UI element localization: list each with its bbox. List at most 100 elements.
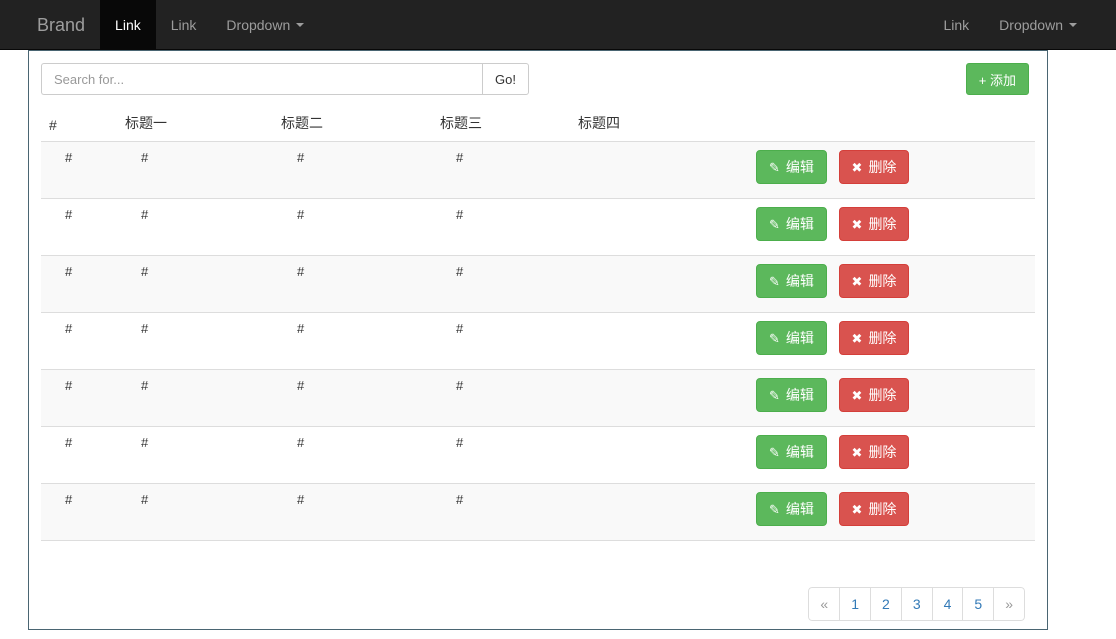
cell-index: # bbox=[41, 483, 117, 541]
panel-inner: Go! + 添加 # 标题一 标题二 标题三 标题四 bbox=[29, 51, 1047, 621]
table-row: # # # # ✎ 编辑 ✖ 删除 bbox=[41, 255, 1035, 313]
column-header-three: 标题三 bbox=[432, 107, 570, 142]
cell-two: # bbox=[273, 198, 432, 256]
pagination-page-5[interactable]: 5 bbox=[963, 587, 995, 621]
nav-item-dropdown[interactable]: Dropdown bbox=[211, 0, 319, 49]
cell-three: # bbox=[432, 198, 570, 256]
cell-index: # bbox=[41, 312, 117, 370]
table-row: # # # # ✎ 编辑 ✖ 删除 bbox=[41, 312, 1035, 370]
cell-four bbox=[570, 426, 748, 484]
delete-button[interactable]: ✖ 删除 bbox=[838, 207, 910, 241]
edit-button[interactable]: ✎ 编辑 bbox=[756, 435, 827, 469]
edit-button-label: 编辑 bbox=[785, 444, 814, 460]
pagination-page-1[interactable]: 1 bbox=[840, 587, 872, 621]
nav-item-link-right[interactable]: Link bbox=[928, 0, 984, 49]
table-body: # # # # ✎ 编辑 ✖ 删除 # # # # ✎ 编辑 ✖ 删除 # # … bbox=[41, 141, 1035, 541]
content-panel: Go! + 添加 # 标题一 标题二 标题三 标题四 bbox=[28, 50, 1048, 630]
cross-icon: ✖ bbox=[851, 444, 863, 460]
cell-three: # bbox=[432, 483, 570, 541]
cell-one: # bbox=[117, 483, 273, 541]
cell-three: # bbox=[432, 141, 570, 199]
cell-four bbox=[570, 483, 748, 541]
cross-icon: ✖ bbox=[851, 501, 863, 517]
cell-actions: ✎ 编辑 ✖ 删除 bbox=[748, 426, 1035, 484]
pencil-icon: ✎ bbox=[769, 501, 780, 517]
cross-icon: ✖ bbox=[851, 159, 863, 175]
delete-button-label: 删除 bbox=[868, 273, 897, 289]
pagination-prev[interactable]: « bbox=[808, 587, 841, 621]
pagination-page-4[interactable]: 4 bbox=[932, 587, 964, 621]
cell-two: # bbox=[273, 255, 432, 313]
search-submit-button[interactable]: Go! bbox=[482, 63, 529, 95]
cell-two: # bbox=[273, 483, 432, 541]
cell-two: # bbox=[273, 369, 432, 427]
table-header-row: # 标题一 标题二 标题三 标题四 bbox=[41, 107, 1035, 142]
cell-three: # bbox=[432, 426, 570, 484]
search-group: Go! bbox=[41, 63, 529, 95]
navbar-left-group: Brand Link Link Dropdown bbox=[22, 0, 319, 49]
edit-button[interactable]: ✎ 编辑 bbox=[756, 321, 827, 355]
cell-one: # bbox=[117, 312, 273, 370]
cell-four bbox=[570, 312, 748, 370]
pagination-next[interactable]: » bbox=[994, 587, 1025, 621]
edit-button-label: 编辑 bbox=[785, 387, 814, 403]
edit-button-label: 编辑 bbox=[785, 216, 814, 232]
top-navbar: Brand Link Link Dropdown Link Dropdown bbox=[0, 0, 1116, 50]
pagination-page-2[interactable]: 2 bbox=[871, 587, 902, 621]
cell-one: # bbox=[117, 141, 273, 199]
table-row: # # # # ✎ 编辑 ✖ 删除 bbox=[41, 369, 1035, 427]
table-row: # # # # ✎ 编辑 ✖ 删除 bbox=[41, 426, 1035, 484]
cell-four bbox=[570, 255, 748, 313]
cell-one: # bbox=[117, 426, 273, 484]
navbar-right-group: Link Dropdown bbox=[928, 0, 1092, 49]
edit-button[interactable]: ✎ 编辑 bbox=[756, 207, 827, 241]
nav-item-dropdown-right[interactable]: Dropdown bbox=[984, 0, 1092, 49]
delete-button[interactable]: ✖ 删除 bbox=[838, 492, 910, 526]
table-row: # # # # ✎ 编辑 ✖ 删除 bbox=[41, 198, 1035, 256]
delete-button[interactable]: ✖ 删除 bbox=[838, 378, 910, 412]
chevron-down-icon bbox=[1069, 22, 1077, 27]
nav-item-link[interactable]: Link bbox=[156, 0, 212, 49]
cell-actions: ✎ 编辑 ✖ 删除 bbox=[748, 198, 1035, 256]
delete-button[interactable]: ✖ 删除 bbox=[838, 435, 910, 469]
pagination: « 1 2 3 4 5 » bbox=[808, 587, 1025, 621]
cross-icon: ✖ bbox=[851, 387, 863, 403]
cell-index: # bbox=[41, 369, 117, 427]
cell-two: # bbox=[273, 312, 432, 370]
edit-button-label: 编辑 bbox=[785, 273, 814, 289]
pencil-icon: ✎ bbox=[769, 444, 780, 460]
delete-button[interactable]: ✖ 删除 bbox=[838, 150, 910, 184]
cell-one: # bbox=[117, 255, 273, 313]
edit-button[interactable]: ✎ 编辑 bbox=[756, 264, 827, 298]
cell-four bbox=[570, 198, 748, 256]
delete-button-label: 删除 bbox=[868, 444, 897, 460]
cell-actions: ✎ 编辑 ✖ 删除 bbox=[748, 369, 1035, 427]
column-header-one: 标题一 bbox=[117, 107, 273, 142]
column-header-four: 标题四 bbox=[570, 107, 748, 142]
cell-two: # bbox=[273, 426, 432, 484]
delete-button-label: 删除 bbox=[868, 387, 897, 403]
pencil-icon: ✎ bbox=[769, 273, 780, 289]
cell-one: # bbox=[117, 369, 273, 427]
navbar-brand[interactable]: Brand bbox=[22, 0, 100, 49]
edit-button[interactable]: ✎ 编辑 bbox=[756, 150, 827, 184]
cross-icon: ✖ bbox=[851, 216, 863, 232]
cell-index: # bbox=[41, 426, 117, 484]
cell-index: # bbox=[41, 198, 117, 256]
search-input[interactable] bbox=[41, 63, 483, 95]
edit-button[interactable]: ✎ 编辑 bbox=[756, 378, 827, 412]
pencil-icon: ✎ bbox=[769, 387, 780, 403]
nav-item-label: Link bbox=[943, 16, 970, 33]
add-button[interactable]: + 添加 bbox=[965, 63, 1029, 95]
cell-actions: ✎ 编辑 ✖ 删除 bbox=[748, 483, 1035, 541]
edit-button[interactable]: ✎ 编辑 bbox=[756, 492, 827, 526]
column-header-index: # bbox=[41, 107, 117, 142]
cross-icon: ✖ bbox=[851, 330, 863, 346]
delete-button-label: 删除 bbox=[868, 330, 897, 346]
table-toolbar: Go! + 添加 bbox=[41, 63, 1035, 103]
pagination-page-3[interactable]: 3 bbox=[901, 587, 933, 621]
delete-button[interactable]: ✖ 删除 bbox=[838, 321, 910, 355]
nav-item-link-active[interactable]: Link bbox=[100, 0, 156, 49]
delete-button[interactable]: ✖ 删除 bbox=[838, 264, 910, 298]
column-header-actions bbox=[748, 107, 1035, 142]
